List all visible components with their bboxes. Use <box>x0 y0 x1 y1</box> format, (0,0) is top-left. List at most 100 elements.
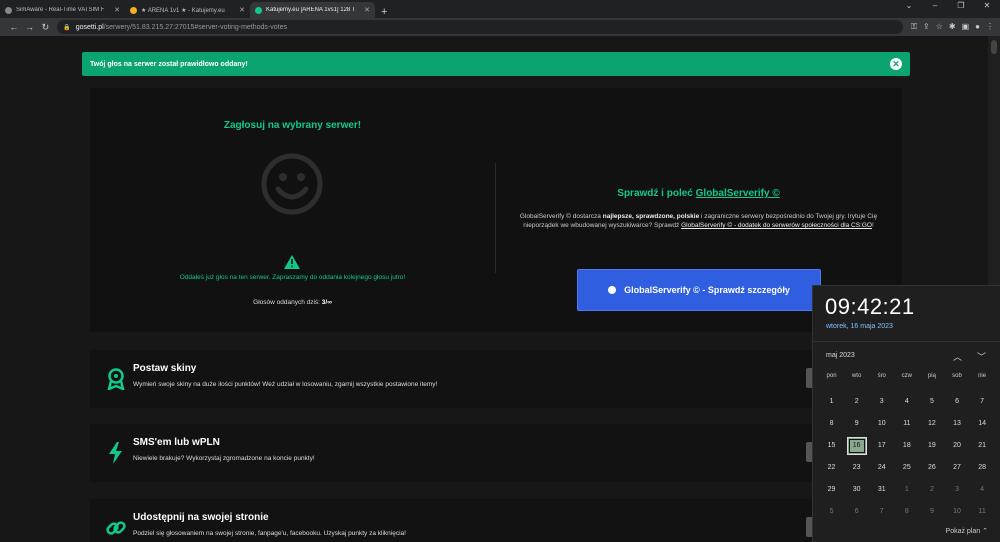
calendar-day[interactable]: 21 <box>970 435 995 457</box>
calendar-day[interactable]: 25 <box>894 457 919 479</box>
calendar-day[interactable]: 16 <box>844 435 869 457</box>
calendar-day[interactable]: 11 <box>894 413 919 435</box>
calendar-day-label: 8 <box>904 508 909 515</box>
chevron-up-icon[interactable]: ︿ <box>953 350 962 363</box>
calendar-day[interactable]: 8 <box>819 413 844 435</box>
calendar-day[interactable]: 13 <box>944 413 969 435</box>
calendar-day-label: 5 <box>829 508 834 515</box>
calendar-day[interactable]: 24 <box>869 457 894 479</box>
weekday-header: pon <box>826 373 837 379</box>
key-icon[interactable]: ⚿ <box>911 22 917 32</box>
tab-katujemy[interactable]: Katujemy.eu [ARENA 1vs1] 128 T ✕ <box>250 2 375 18</box>
calendar-day[interactable]: 29 <box>819 479 844 501</box>
calendar-day[interactable]: 4 <box>894 391 919 413</box>
menu-icon[interactable]: ⋮ <box>986 22 994 32</box>
share-icon[interactable]: ⇪ <box>923 22 930 32</box>
calendar-day-label: 31 <box>877 486 886 493</box>
clock-date[interactable]: wtorek, 16 maja 2023 <box>826 323 893 330</box>
tab-arena[interactable]: ★ ARENA 1v1 ★ - Katujemy.eu ✕ <box>125 2 250 18</box>
calendar-day[interactable]: 14 <box>970 413 995 435</box>
bookmark-star-icon[interactable]: ☆ <box>936 22 943 32</box>
calendar-day-label: 1 <box>904 486 909 493</box>
calendar-day-label: 6 <box>955 398 959 405</box>
recommend-title: Sprawdź i poleć GlobalServerify © <box>495 188 902 199</box>
chevron-down-icon[interactable]: ﹀ <box>977 350 986 363</box>
close-icon[interactable]: ✕ <box>890 58 902 70</box>
address-bar[interactable]: 🔒 gosetti.pl /serwery/51.83.215.27:27015… <box>57 20 903 34</box>
globalserverify-button[interactable]: GlobalServerify © - Sprawdź szczegóły <box>577 269 821 311</box>
calendar-day[interactable]: 1 <box>819 391 844 413</box>
card-description: Podziel się głosowaniem na swojej stroni… <box>133 530 406 537</box>
calendar-day[interactable]: 3 <box>869 391 894 413</box>
calendar-day[interactable]: 7 <box>970 391 995 413</box>
card-skins: Postaw skiny Wymień swoje skiny na duże … <box>90 350 902 408</box>
vote-panel: Zagłosuj na wybrany serwer! Oddałeś już … <box>90 88 902 332</box>
recommend-title-link[interactable]: GlobalServerify © <box>696 188 780 199</box>
tab-favicon <box>130 6 137 14</box>
calendar-day[interactable]: 23 <box>844 457 869 479</box>
calendar-day[interactable]: 4 <box>970 479 995 501</box>
calendar-day[interactable]: 22 <box>819 457 844 479</box>
minimize-icon[interactable]: ⌄ <box>896 0 922 14</box>
calendar-day[interactable]: 6 <box>844 501 869 523</box>
calendar-day[interactable]: 28 <box>970 457 995 479</box>
calendar-day[interactable]: 15 <box>819 435 844 457</box>
lock-icon[interactable]: 🔒 <box>63 24 70 31</box>
smiley-icon <box>261 153 323 215</box>
calendar-day-label: 6 <box>854 508 859 515</box>
calendar-day[interactable]: 26 <box>919 457 944 479</box>
tab-title: Katujemy.eu [ARENA 1vs1] 128 T <box>266 7 356 13</box>
calendar-day[interactable]: 8 <box>894 501 919 523</box>
window-controls: ⌄ – ❐ ✕ <box>896 0 1000 14</box>
tab-favicon <box>5 6 12 14</box>
calendar-day[interactable]: 9 <box>844 413 869 435</box>
forward-icon[interactable]: → <box>22 22 38 32</box>
calendar-day[interactable]: 5 <box>819 501 844 523</box>
calendar-day[interactable]: 1 <box>894 479 919 501</box>
tab-close-icon[interactable]: ✕ <box>114 6 120 14</box>
calendar-day[interactable]: 9 <box>919 501 944 523</box>
profile-avatar-icon[interactable]: ● <box>975 22 980 32</box>
calendar-day[interactable]: 7 <box>869 501 894 523</box>
calendar-day[interactable]: 18 <box>894 435 919 457</box>
calendar-day[interactable]: 12 <box>919 413 944 435</box>
extensions-icon[interactable]: ✱ <box>949 22 956 32</box>
restore-icon[interactable]: ❐ <box>948 0 974 14</box>
calendar-day[interactable]: 20 <box>944 435 969 457</box>
calendar-day[interactable]: 30 <box>844 479 869 501</box>
weekday-header: śro <box>877 373 886 379</box>
calendar-day-label: 11 <box>978 508 986 515</box>
calendar-day[interactable]: 11 <box>970 501 995 523</box>
calendar-day-label: 11 <box>903 420 911 427</box>
calendar-day[interactable]: 10 <box>869 413 894 435</box>
calendar-day[interactable]: 5 <box>919 391 944 413</box>
calendar-day-label: 21 <box>978 442 986 449</box>
back-icon[interactable]: ← <box>6 22 22 32</box>
weekday-header: pią <box>927 373 936 379</box>
tab-close-icon[interactable]: ✕ <box>364 6 370 14</box>
minimize-window-icon[interactable]: – <box>922 0 948 14</box>
calendar-day[interactable]: 2 <box>919 479 944 501</box>
tab-close-icon[interactable]: ✕ <box>239 6 245 14</box>
calendar-day[interactable]: 10 <box>944 501 969 523</box>
calendar-day[interactable]: 31 <box>869 479 894 501</box>
url-domain: gosetti.pl <box>75 23 104 31</box>
scrollbar-thumb[interactable] <box>991 40 997 54</box>
calendar-day[interactable]: 3 <box>944 479 969 501</box>
calendar-day-label: 17 <box>877 442 886 449</box>
close-window-icon[interactable]: ✕ <box>974 0 1000 14</box>
sidebar-icon[interactable]: ▣ <box>962 22 970 32</box>
reload-icon[interactable]: ↻ <box>37 22 53 33</box>
new-tab-icon[interactable]: + <box>375 6 393 18</box>
desc-link[interactable]: GlobalServerify © - dodatek do serwerów … <box>681 222 872 229</box>
calendar-month[interactable]: maj 2023 <box>826 352 855 359</box>
calendar-day[interactable]: 6 <box>944 391 969 413</box>
calendar-day[interactable]: 19 <box>919 435 944 457</box>
calendar-day[interactable]: 27 <box>944 457 969 479</box>
tab-simaware[interactable]: SimAware - Real-Time VATSIM F ✕ <box>0 2 125 18</box>
calendar-day[interactable]: 2 <box>844 391 869 413</box>
calendar-day[interactable]: 17 <box>869 435 894 457</box>
calendar-day-label: 7 <box>879 508 884 515</box>
vote-count-value: 3/∞ <box>321 299 332 306</box>
show-plan-button[interactable]: Pokaż plan ⌃ <box>946 527 988 535</box>
